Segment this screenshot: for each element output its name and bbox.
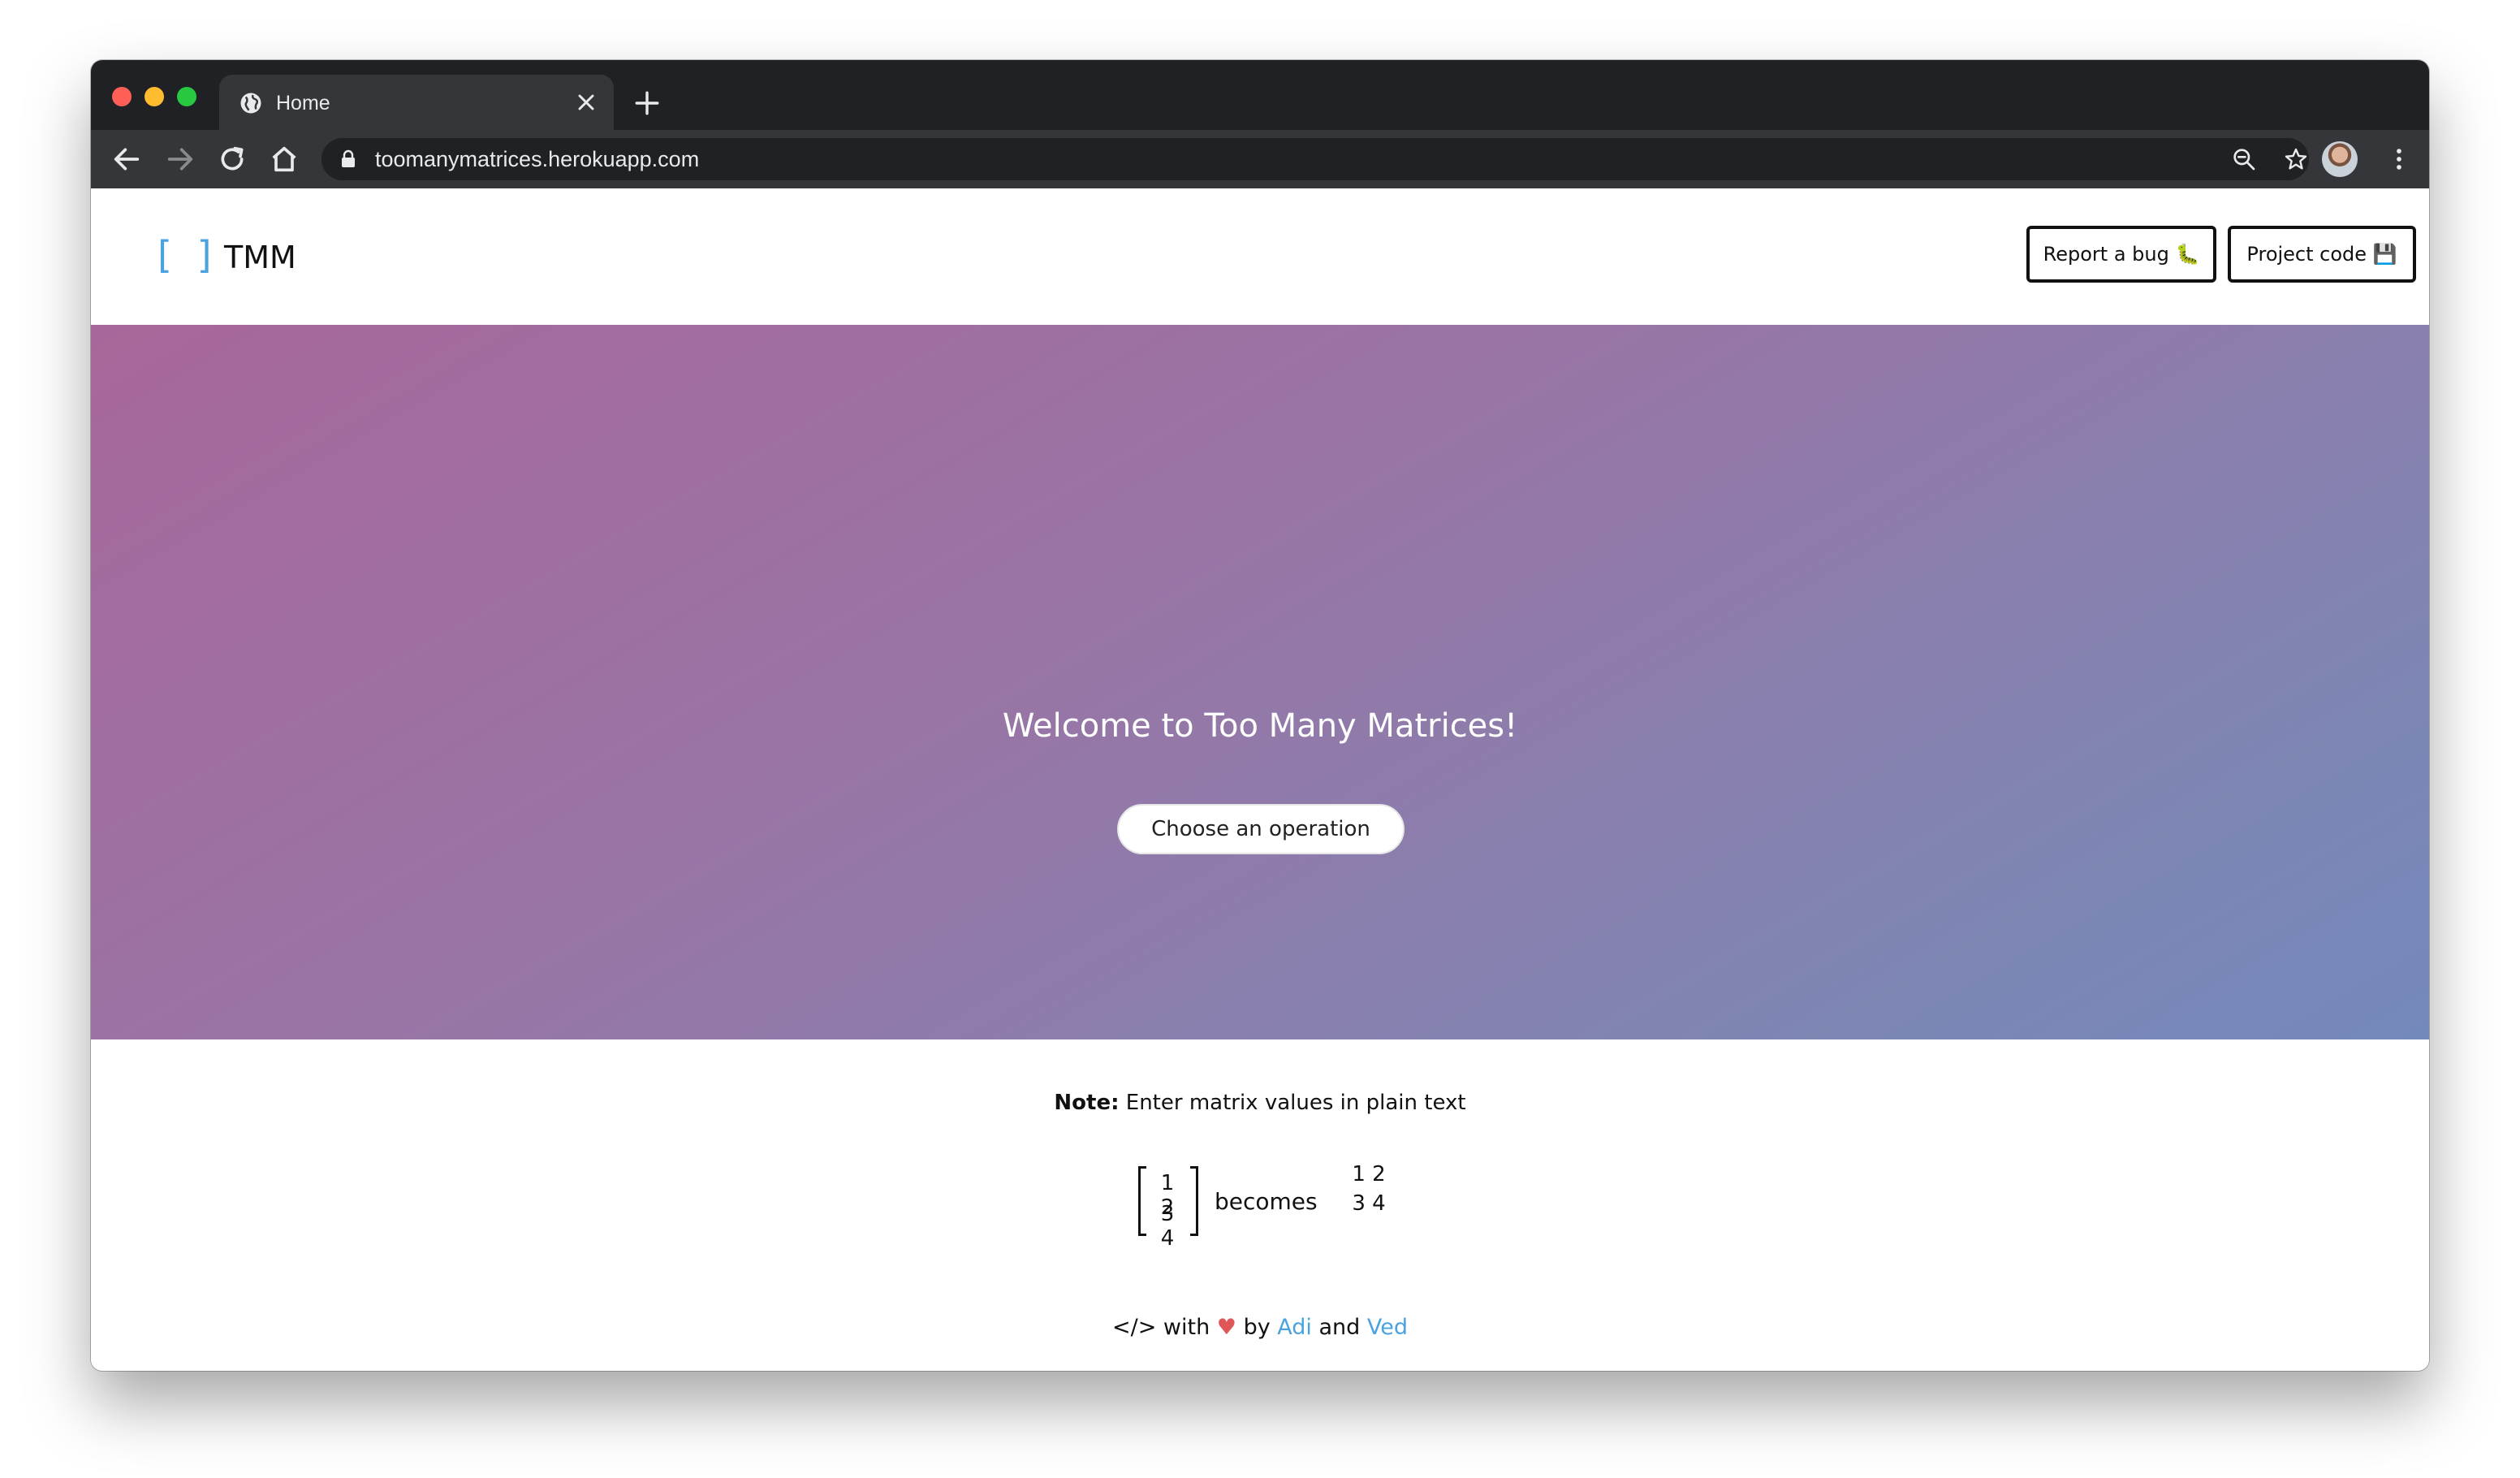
code-symbol: </> — [1111, 1315, 1157, 1340]
close-tab-icon[interactable] — [573, 89, 599, 115]
plain-row: 1 2 — [1352, 1162, 1386, 1186]
minimize-window-button[interactable] — [145, 87, 164, 106]
footer-with: with — [1156, 1315, 1217, 1340]
globe-icon — [240, 93, 261, 114]
reload-icon[interactable] — [216, 143, 248, 175]
back-arrow-icon[interactable] — [110, 143, 143, 175]
maximize-window-button[interactable] — [177, 87, 196, 106]
tab-home[interactable]: Home — [219, 75, 614, 130]
browser-toolbar: toomanymatrices.herokuapp.com — [91, 130, 2429, 188]
tab-title: Home — [276, 92, 330, 115]
left-bracket — [1138, 1166, 1146, 1236]
more-menu-icon[interactable] — [2385, 145, 2413, 174]
url-text: toomanymatrices.herokuapp.com — [375, 147, 700, 171]
lock-icon — [342, 149, 355, 167]
right-bracket — [1190, 1166, 1198, 1236]
heart-icon: ♥ — [1216, 1315, 1236, 1340]
footer-credits: </> with ♥ by Adi and Ved — [91, 1314, 2429, 1342]
note-text: Note: Enter matrix values in plain text — [91, 1090, 2429, 1116]
author-link-ved[interactable]: Ved — [1367, 1315, 1408, 1340]
browser-window: Home toomanymatrices.herokuapp.com [] T… — [91, 60, 2429, 1371]
matrix-example: 1 2 3 4 becomes 1 2 3 4 — [1138, 1160, 1487, 1251]
new-tab-icon[interactable] — [633, 89, 661, 117]
title-bar: Home — [91, 60, 2429, 130]
brand-logo-icon[interactable]: [ ] — [158, 234, 218, 276]
bookmark-star-icon[interactable] — [2283, 146, 2309, 172]
becomes-text: becomes — [1215, 1188, 1318, 1215]
profile-avatar[interactable] — [2322, 141, 2358, 177]
footer-by: by — [1236, 1315, 1278, 1340]
project-code-button[interactable]: Project code 💾 — [2228, 226, 2416, 283]
choose-operation-button[interactable]: Choose an operation — [1117, 804, 1405, 854]
footer-and: and — [1311, 1315, 1367, 1340]
forward-arrow-icon[interactable] — [164, 143, 196, 175]
note-body: Enter matrix values in plain text — [1119, 1091, 1466, 1115]
address-bar[interactable]: toomanymatrices.herokuapp.com — [321, 138, 2309, 180]
zoom-icon[interactable] — [2231, 146, 2257, 172]
site-navbar: [ ] TMM Report a bug 🐛 Project code 💾 — [91, 188, 2429, 325]
report-bug-button[interactable]: Report a bug 🐛 — [2026, 226, 2216, 283]
author-link-adi[interactable]: Adi — [1277, 1315, 1312, 1340]
plain-row: 3 4 — [1352, 1191, 1386, 1216]
bracketed-matrix: 1 2 3 4 — [1138, 1166, 1198, 1251]
matrix-row: 3 4 — [1160, 1202, 1176, 1251]
hero-section: Welcome to Too Many Matrices! Choose an … — [91, 325, 2429, 1039]
plain-text-matrix: 1 2 3 4 — [1344, 1160, 1393, 1218]
home-icon[interactable] — [268, 143, 300, 175]
brand-name[interactable]: TMM — [224, 239, 296, 276]
note-label: Note: — [1054, 1091, 1120, 1115]
hero-title: Welcome to Too Many Matrices! — [1002, 707, 1518, 745]
page-content: [ ] TMM Report a bug 🐛 Project code 💾 We… — [91, 188, 2429, 1371]
close-window-button[interactable] — [112, 87, 132, 106]
